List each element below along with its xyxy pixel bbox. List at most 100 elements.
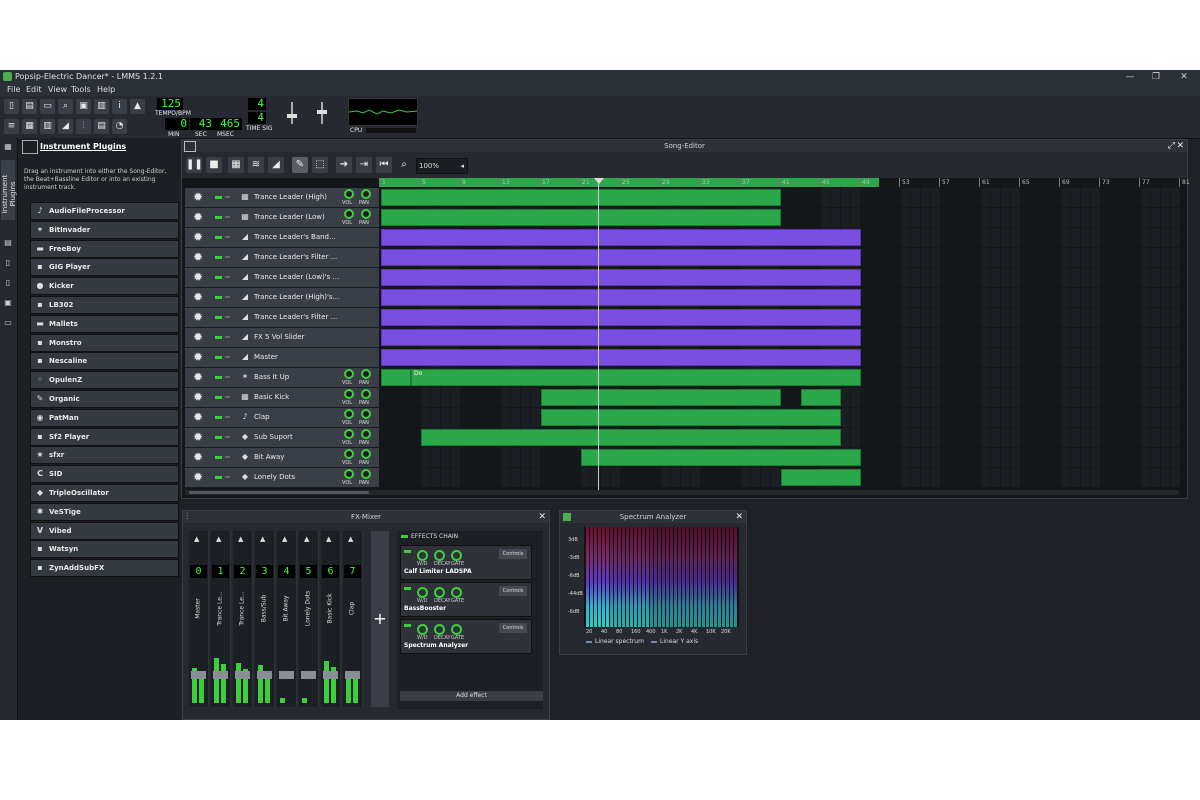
pattern-clip[interactable]	[781, 469, 861, 486]
track-lane[interactable]: Do	[381, 368, 1180, 387]
channel-fader[interactable]	[301, 671, 316, 679]
master-volume-slider[interactable]	[285, 102, 299, 124]
track-header[interactable]: ✹ ♪ Clap VOL PAN	[185, 408, 379, 428]
song-editor-scrollbar[interactable]	[185, 490, 1179, 495]
track-lane[interactable]	[381, 448, 1180, 467]
track-solo-toggle[interactable]	[225, 276, 230, 278]
track-settings-gear-icon[interactable]: ✹	[193, 330, 203, 344]
channel-fader[interactable]	[345, 671, 360, 679]
track-mute-toggle[interactable]	[215, 336, 222, 339]
track-lane[interactable]	[381, 348, 1180, 367]
track-name[interactable]: Bass It Up	[254, 368, 289, 387]
track-solo-toggle[interactable]	[225, 316, 230, 318]
close-button[interactable]: ✕	[1172, 70, 1196, 84]
send-arrow-icon[interactable]: ▲	[194, 535, 199, 543]
decay-knob[interactable]	[434, 624, 445, 635]
effects-chain-toggle[interactable]	[401, 535, 408, 538]
volume-knob[interactable]	[344, 429, 354, 439]
track-header[interactable]: ✹ ▦ Basic Kick VOL PAN	[185, 388, 379, 408]
plugin-item-monstro[interactable]: ▪ Monstro	[30, 333, 179, 352]
track-settings-gear-icon[interactable]: ✹	[193, 370, 203, 384]
track-lane[interactable]	[381, 388, 1180, 407]
volume-knob[interactable]	[344, 369, 354, 379]
fx-channel-7[interactable]: ▲ 7 Clap	[343, 531, 363, 707]
effect-controls-button[interactable]: Controls	[499, 623, 527, 633]
menu-edit[interactable]: Edit	[26, 84, 42, 96]
legend-linear-spectrum[interactable]: Linear spectrum	[586, 638, 644, 645]
track-solo-toggle[interactable]	[225, 196, 230, 198]
track-header[interactable]: ✹ ▦ Trance Leader (Low) VOL PAN	[185, 208, 379, 228]
plugin-item-kicker[interactable]: ● Kicker	[30, 277, 179, 296]
track-lane[interactable]	[381, 288, 1180, 307]
fx-channel-1[interactable]: ▲ 1 Trance Le...	[211, 531, 231, 707]
effect-toggle[interactable]	[404, 550, 411, 553]
add-effect-button[interactable]: Add effect	[400, 691, 543, 701]
track-lane[interactable]	[381, 328, 1180, 347]
plugin-item-freeboy[interactable]: ▬ FreeBoy	[30, 239, 179, 258]
open-project-icon[interactable]: ▭	[40, 99, 55, 114]
autoscroll-button[interactable]: ➔	[336, 157, 352, 173]
volume-knob[interactable]	[344, 449, 354, 459]
track-lane[interactable]	[381, 308, 1180, 327]
track-name[interactable]: Sub Suport	[254, 428, 293, 447]
track-settings-gear-icon[interactable]: ✹	[193, 350, 203, 364]
plugin-item-bitinvader[interactable]: ✶ BitInvader	[30, 220, 179, 239]
track-header[interactable]: ✹ ◆ Sub Suport VOL PAN	[185, 428, 379, 448]
track-lane[interactable]	[381, 408, 1180, 427]
plugin-item-audiofileprocessor[interactable]: ♪ AudioFileProcessor	[30, 202, 179, 220]
stop-button[interactable]: ■	[206, 157, 222, 173]
plugin-item-sfxr[interactable]: ★ sfxr	[30, 446, 179, 465]
spectrum-close-icon[interactable]: ✕	[735, 511, 743, 523]
track-mute-toggle[interactable]	[215, 436, 222, 439]
track-lane[interactable]	[381, 208, 1180, 227]
timeline-ruler[interactable]: 1 5 9 13 17 21 25 29 33 37 41 45 49 53 57 61 65 69 73 77 81	[379, 178, 1190, 187]
timesig-numerator[interactable]: 4	[248, 98, 266, 110]
track-settings-gear-icon[interactable]: ✹	[193, 190, 203, 204]
track-solo-toggle[interactable]	[225, 256, 230, 258]
track-mute-toggle[interactable]	[215, 296, 222, 299]
pan-knob[interactable]	[361, 429, 371, 439]
track-header[interactable]: ✹ ◢ Trance Leader's Band...	[185, 228, 379, 248]
automation-clip[interactable]	[381, 309, 861, 326]
pan-knob[interactable]	[361, 389, 371, 399]
plugin-item-opulenz[interactable]: ◦ OpulenZ	[30, 371, 179, 390]
piano-roll-icon[interactable]: ▥	[40, 119, 55, 134]
track-lane[interactable]	[381, 248, 1180, 267]
track-settings-gear-icon[interactable]: ✹	[193, 250, 203, 264]
pattern-clip[interactable]	[801, 389, 841, 406]
fx-mixer-icon[interactable]: ⫶	[76, 119, 91, 134]
track-mute-toggle[interactable]	[215, 376, 222, 379]
volume-knob[interactable]	[344, 469, 354, 479]
send-arrow-icon[interactable]: ▲	[238, 535, 243, 543]
w-d-knob[interactable]	[417, 550, 428, 561]
fx-channel-4[interactable]: ▲ 4 Bit Away	[277, 531, 297, 707]
track-name[interactable]: Trance Leader's Filter ...	[254, 308, 337, 327]
automation-clip[interactable]	[381, 329, 861, 346]
track-settings-gear-icon[interactable]: ✹	[193, 470, 203, 484]
track-header[interactable]: ✹ ◢ Trance Leader's Filter ...	[185, 248, 379, 268]
track-solo-toggle[interactable]	[225, 296, 230, 298]
track-header[interactable]: ✹ ◢ Trance Leader (Low)'s ...	[185, 268, 379, 288]
track-lane[interactable]	[381, 188, 1180, 207]
pattern-clip[interactable]: Do	[411, 369, 861, 386]
track-solo-toggle[interactable]	[225, 216, 230, 218]
pan-knob[interactable]	[361, 409, 371, 419]
channel-fader[interactable]	[279, 671, 294, 679]
master-pitch-slider[interactable]	[315, 102, 329, 124]
fx-channel-2[interactable]: ▲ 2 Trance Le...	[233, 531, 253, 707]
track-settings-gear-icon[interactable]: ✹	[193, 230, 203, 244]
plugin-item-vestige[interactable]: ✱ VeSTige	[30, 502, 179, 521]
pattern-clip[interactable]	[381, 369, 411, 386]
track-mute-toggle[interactable]	[215, 276, 222, 279]
track-header[interactable]: ✹ ◢ Trance Leader's Filter ...	[185, 308, 379, 328]
volume-knob[interactable]	[344, 209, 354, 219]
track-mute-toggle[interactable]	[215, 356, 222, 359]
track-name[interactable]: Trance Leader (High)	[254, 188, 327, 207]
effect-toggle[interactable]	[404, 587, 411, 590]
channel-fader[interactable]	[235, 671, 250, 679]
automation-clip[interactable]	[381, 289, 861, 306]
song-editor-close-icon[interactable]: ✕	[1176, 140, 1184, 152]
plugin-item-organic[interactable]: ✎ Organic	[30, 390, 179, 408]
instrument-plugins-tab[interactable]: Instrument Plugins	[1, 160, 17, 220]
plugin-item-sid[interactable]: C SID	[30, 465, 179, 484]
